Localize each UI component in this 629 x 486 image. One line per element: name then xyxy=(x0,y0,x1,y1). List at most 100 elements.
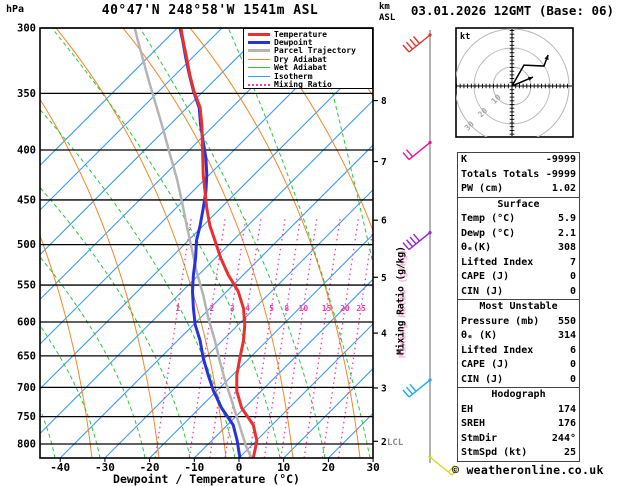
table-row: CAPE (J) 0 xyxy=(458,270,579,285)
pressure-tick-labels: 300 350 400 450 500 550 600 650 700 750 800 xyxy=(17,23,36,451)
table-row: SREH 176 xyxy=(458,417,579,432)
table-row-label: Pressure (mb) xyxy=(461,315,540,327)
table-row-value: 0 xyxy=(569,373,576,385)
table-row-label: θₑ(K) xyxy=(461,242,492,253)
hodograph: 102030kt xyxy=(455,27,574,138)
table-row: Dewp (°C) 2.1 xyxy=(458,227,579,242)
legend: Temperature Dewpoint Parcel Trajectory Dry … xyxy=(243,28,373,89)
table-row: PW (cm) 1.02 xyxy=(458,182,579,197)
sounding-screenshot: 1 2 3 4 5 8 10 15 20 25 300 350 400 450 500 550 600 650 70… xyxy=(0,0,629,486)
svg-text:10: 10 xyxy=(299,304,309,313)
table-row-label: StmDir xyxy=(461,432,498,444)
svg-text:3: 3 xyxy=(230,304,235,313)
table-row: Lifted Index 7 xyxy=(458,256,579,271)
legend-line-sample xyxy=(248,83,270,86)
table-section-header: Surface xyxy=(497,198,540,210)
table-row-label: Temp (°C) xyxy=(461,213,516,224)
svg-text:20: 20 xyxy=(340,304,350,313)
indices-table: K -9999 Totals Totals -9999 PW (cm) 1.02 Surfa… xyxy=(457,152,580,462)
table-row-value: 176 xyxy=(557,418,576,429)
table-row-label: Lifted Index xyxy=(461,256,534,268)
table-row: Temp (°C) 5.9 xyxy=(458,212,579,227)
datetime-label: 03.01.2026 12GMT (Base: 06) xyxy=(410,3,615,18)
table-row: Lifted Index 6 xyxy=(458,344,579,359)
table-row-label: CAPE (J) xyxy=(461,271,510,282)
svg-text:450: 450 xyxy=(17,194,36,206)
table-row-value: 25 xyxy=(563,447,576,458)
svg-text:20: 20 xyxy=(322,461,335,474)
svg-text:5: 5 xyxy=(269,304,274,313)
table-row-value: 0 xyxy=(569,285,576,297)
temperature-axis: -40 -30 -20 -10 0 10 20 30Dewpoint / Temperatur… xyxy=(50,458,380,486)
svg-text:2: 2 xyxy=(381,437,387,448)
table-row-value: 314 xyxy=(557,330,576,341)
svg-text:700: 700 xyxy=(17,382,36,394)
table-row-value: 244° xyxy=(551,432,576,444)
table-section: K -9999 Totals Totals -9999 PW (cm) 1.02 xyxy=(458,153,579,197)
svg-text:4: 4 xyxy=(381,329,387,340)
svg-text:350: 350 xyxy=(17,88,36,100)
table-row-value: 308 xyxy=(557,242,576,253)
table-row: CAPE (J) 0 xyxy=(458,358,579,373)
legend-line-sample xyxy=(248,58,270,60)
table-row-label: SREH xyxy=(461,418,486,429)
svg-text:8: 8 xyxy=(381,96,387,107)
table-row: CIN (J) 0 xyxy=(458,285,579,300)
table-row-label: Lifted Index xyxy=(461,344,534,356)
mixing-ratio-labels: 1 2 3 4 5 8 10 15 20 25 xyxy=(175,304,366,313)
table-row-label: K xyxy=(461,154,468,165)
table-row-value: 174 xyxy=(557,403,576,415)
svg-text:7: 7 xyxy=(381,157,387,168)
station-title: 40°47'N 248°58'W 1541m ASL xyxy=(101,3,319,18)
table-row-value: -9999 xyxy=(545,168,576,180)
svg-text:300: 300 xyxy=(17,23,36,35)
legend-line-sample xyxy=(248,67,270,69)
table-row: CIN (J) 0 xyxy=(458,373,579,388)
table-row-value: 5.9 xyxy=(557,213,576,224)
table-row: Pressure (mb) 550 xyxy=(458,315,579,330)
legend-label: Mixing Ratio xyxy=(274,80,332,90)
table-row-label: StmSpd (kt) xyxy=(461,447,528,458)
svg-text:-40: -40 xyxy=(50,461,70,474)
svg-text:2: 2 xyxy=(209,304,214,313)
table-row-label: θₑ (K) xyxy=(461,330,498,341)
table-row-label: Dewp (°C) xyxy=(461,227,516,239)
legend-line-sample xyxy=(248,49,270,53)
table-row-value: -9999 xyxy=(545,154,576,165)
pressure-gridlines xyxy=(40,27,373,445)
svg-text:15: 15 xyxy=(322,304,332,313)
svg-text:25: 25 xyxy=(356,304,366,313)
svg-text:750: 750 xyxy=(17,411,36,423)
altitude-axis-unit: km ASL xyxy=(379,2,396,23)
legend-item: Mixing Ratio xyxy=(248,80,372,90)
x-axis-title: Dewpoint / Temperature (°C) xyxy=(113,472,300,486)
table-row-label: PW (cm) xyxy=(461,183,504,194)
table-section-header: Most Unstable xyxy=(479,301,558,312)
table-row-label: CIN (J) xyxy=(461,285,504,297)
svg-text:500: 500 xyxy=(17,239,36,251)
table-row: K -9999 xyxy=(458,153,579,168)
table-row: EH 174 xyxy=(458,403,579,418)
table-row-value: 2.1 xyxy=(557,227,576,239)
table-row-label: Totals Totals xyxy=(461,168,540,180)
svg-text:-30: -30 xyxy=(95,461,115,474)
table-row: θₑ (K) 314 xyxy=(458,329,579,344)
svg-text:3: 3 xyxy=(381,383,387,394)
table-row-value: 0 xyxy=(569,271,576,282)
svg-text:650: 650 xyxy=(17,350,36,362)
table-row-value: 7 xyxy=(569,256,576,268)
table-row: StmSpd (kt) 25 xyxy=(458,446,579,461)
table-row-value: 550 xyxy=(557,315,576,327)
lcl-label: LCL xyxy=(387,438,404,448)
hodograph-unit-label: kt xyxy=(460,32,470,42)
table-row-label: EH xyxy=(461,403,474,415)
sounding-curves xyxy=(133,28,259,458)
table-row: Totals Totals -9999 xyxy=(458,168,579,183)
svg-text:800: 800 xyxy=(17,438,36,450)
svg-text:4: 4 xyxy=(245,304,250,313)
svg-text:5: 5 xyxy=(381,273,387,284)
legend-line-sample xyxy=(248,41,270,45)
table-row-value: 0 xyxy=(569,359,576,370)
svg-text:1: 1 xyxy=(175,304,180,313)
table-section: Most Unstable Pressure (mb) 550 θₑ (K) 314 Li… xyxy=(458,299,579,387)
